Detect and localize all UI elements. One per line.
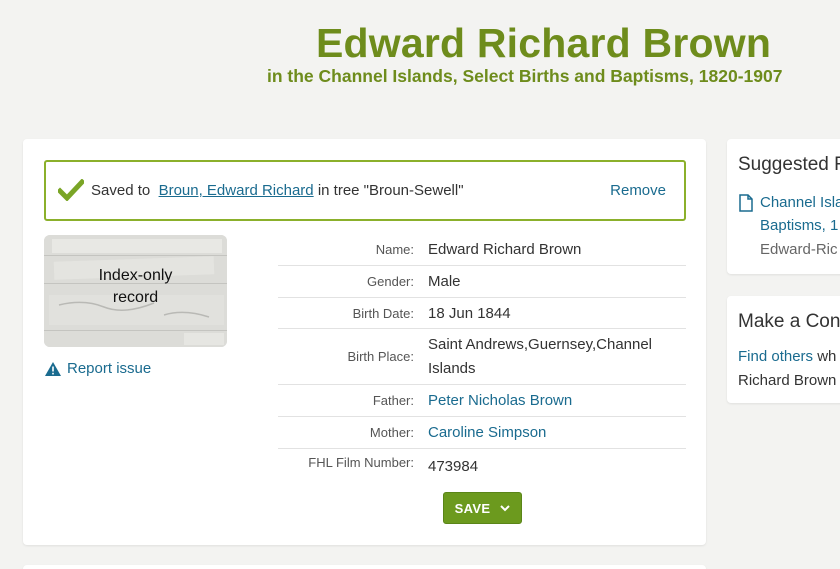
field-value: Edward Richard Brown	[428, 241, 582, 258]
field-row-birth-place: Birth Place: Saint Andrews,Guernsey,Chan…	[278, 329, 686, 385]
next-card	[23, 565, 706, 569]
index-only-line1: Index-only	[98, 267, 173, 284]
saved-prefix: Saved to	[91, 182, 151, 199]
field-label: Father:	[372, 393, 414, 408]
suggested-record-sub: Edward-Ric	[760, 241, 838, 258]
field-row-name: Name: Edward Richard Brown	[278, 234, 686, 266]
saved-text: Saved to Broun, Edward Richard in tree "…	[91, 182, 464, 199]
chevron-down-icon	[500, 504, 511, 511]
connect-text: Find others wh	[738, 348, 836, 365]
warning-icon	[45, 361, 61, 376]
report-issue-link[interactable]: Report issue	[44, 360, 151, 377]
report-issue-label: Report issue	[67, 360, 152, 377]
saved-tree-text: in tree "Broun-Sewell"	[317, 182, 464, 199]
mother-link[interactable]: Caroline Simpson	[428, 424, 686, 441]
field-value: 473984	[428, 458, 479, 475]
find-others-link[interactable]: Find others	[738, 348, 813, 365]
field-row-birth-date: Birth Date: 18 Jun 1844	[278, 298, 686, 329]
field-row-mother: Mother: Caroline Simpson	[278, 417, 686, 449]
make-connection-panel: Make a Con Find others wh Richard Brown	[727, 296, 840, 403]
index-only-label: Index-only record	[44, 265, 227, 309]
saved-person-link[interactable]: Broun, Edward Richard	[159, 182, 314, 199]
remove-link[interactable]: Remove	[610, 182, 666, 199]
field-row-fhl-film: FHL Film Number: 473984	[278, 449, 686, 479]
field-label: Name:	[375, 242, 414, 257]
checkmark-icon	[58, 179, 84, 201]
field-value: Saint Andrews,Guernsey,Channel Islands	[428, 335, 653, 377]
index-only-line2: record	[112, 289, 159, 306]
field-value: 18 Jun 1844	[428, 304, 511, 322]
suggested-record-link[interactable]: Channel Isla	[760, 194, 840, 211]
field-label: Mother:	[369, 425, 414, 440]
field-label: Birth Place:	[347, 349, 414, 364]
save-button[interactable]: SAVE	[443, 492, 522, 524]
suggested-record-link-line2[interactable]: Baptisms, 1	[760, 217, 838, 234]
suggested-heading: Suggested R	[738, 154, 840, 175]
suggested-records-panel: Suggested R Channel Isla Baptisms, 1 Edw…	[727, 139, 840, 274]
connect-heading: Make a Con	[738, 311, 840, 332]
field-value: Male	[428, 273, 461, 290]
saved-banner: Saved to Broun, Edward Richard in tree "…	[44, 160, 686, 221]
record-fields: Name: Edward Richard Brown Gender: Male …	[278, 234, 686, 479]
field-label: FHL Film Number:	[308, 455, 414, 470]
page-title: Edward Richard Brown	[316, 20, 772, 66]
save-button-label: SAVE	[454, 500, 491, 516]
record-card: Saved to Broun, Edward Richard in tree "…	[23, 139, 706, 545]
page-subtitle: in the Channel Islands, Select Births an…	[267, 66, 783, 86]
document-icon	[739, 194, 753, 212]
father-link[interactable]: Peter Nicholas Brown	[428, 392, 686, 409]
connect-text-rest: wh	[817, 348, 837, 365]
connect-text-line2: Richard Brown	[738, 372, 837, 389]
field-row-father: Father: Peter Nicholas Brown	[278, 385, 686, 417]
record-image-thumbnail[interactable]: Index-only record	[44, 235, 227, 347]
field-row-gender: Gender: Male	[278, 266, 686, 298]
field-label: Gender:	[367, 274, 414, 289]
field-label: Birth Date:	[352, 305, 414, 321]
